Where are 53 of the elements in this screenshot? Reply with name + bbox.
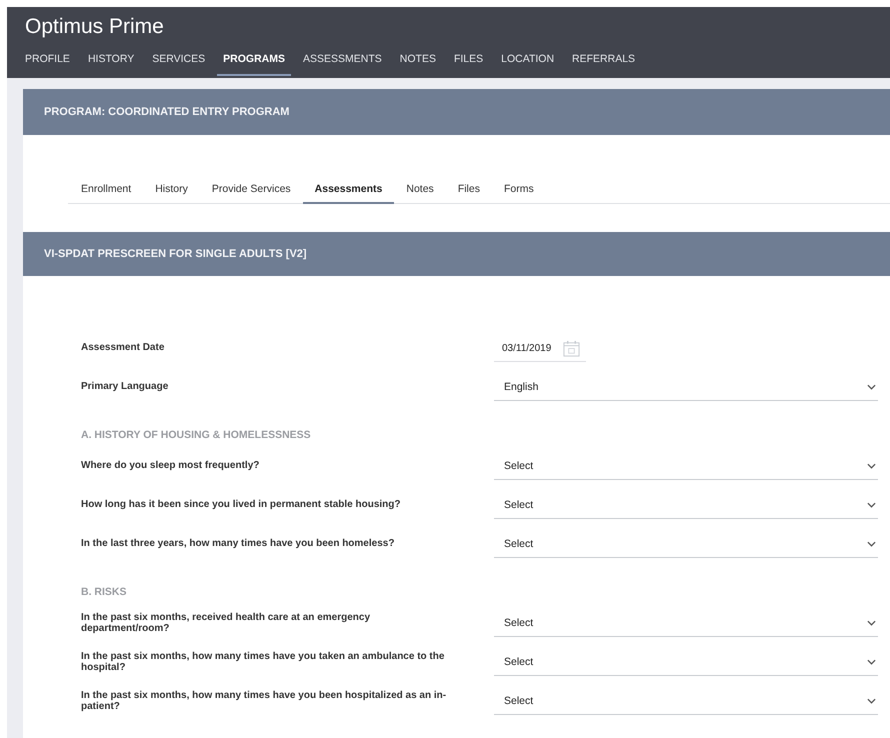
chevron-down-icon [867, 620, 876, 626]
date-field[interactable]: 03/11/2019 [494, 335, 586, 362]
question-label: How long has it been since you lived in permanent stable housing? [81, 500, 402, 511]
question-label: In the past six months, received health care at an emergency department/room? [81, 613, 371, 634]
select-value: English [504, 381, 538, 393]
select-value: Select [504, 499, 534, 511]
select-field[interactable]: Select [494, 649, 878, 676]
select-value: Select [504, 460, 534, 472]
program-tab[interactable]: History [143, 179, 200, 204]
select-field[interactable]: Select [494, 531, 878, 558]
select-field[interactable]: Select [494, 688, 878, 715]
select-value: Select [504, 695, 534, 707]
nav-tab[interactable]: REFERRALS [566, 46, 642, 76]
question-label: In the past six months, how many times have you been hospitalized as an in-patient? [81, 691, 448, 712]
select-value: Select [504, 617, 534, 629]
nav-tab[interactable]: PROFILE [19, 46, 76, 76]
question-label: In the last three years, how many times have you been homeless? [81, 539, 396, 550]
question-label: Primary Language [81, 382, 170, 393]
nav-tab[interactable]: SERVICES [146, 46, 212, 76]
section-heading: B. RISKS [81, 586, 128, 598]
program-tab[interactable]: Forms [492, 179, 546, 204]
chevron-down-icon [867, 502, 876, 508]
program-tab[interactable]: Notes [394, 179, 446, 204]
question-label: In the past six months, how many times have you taken an ambulance to the hospital? [81, 652, 446, 673]
chevron-down-icon [867, 463, 876, 469]
chevron-down-icon [867, 698, 876, 704]
program-tab[interactable]: Enrollment [69, 179, 144, 204]
select-value: Select [504, 656, 534, 668]
select-field[interactable]: Select [494, 610, 878, 637]
program-tab[interactable]: Assessments [302, 179, 394, 204]
section-heading: A. HISTORY OF HOUSING & HOMELESSNESS [81, 429, 312, 441]
calendar-icon[interactable] [563, 340, 580, 356]
program-tab[interactable]: Provide Services [200, 179, 303, 204]
chevron-down-icon [867, 541, 876, 547]
question-label: Where do you sleep most frequently? [81, 461, 260, 472]
client-name: Optimus Prime [25, 14, 165, 40]
nav-tab[interactable]: FILES [448, 46, 490, 76]
nav-tab[interactable]: LOCATION [495, 46, 560, 76]
nav-tab[interactable]: HISTORY [82, 46, 140, 76]
assessment-title-bar: VI-SPDAT PRESCREEN FOR SINGLE ADULTS [V2] [23, 232, 890, 276]
question-label: Assessment Date [81, 343, 166, 354]
program-tab[interactable]: Files [446, 179, 492, 204]
nav-tab[interactable]: NOTES [394, 46, 442, 76]
select-field[interactable]: Select [494, 453, 878, 480]
nav-tab[interactable]: ASSESSMENTS [297, 46, 388, 76]
program-title-bar: PROGRAM: COORDINATED ENTRY PROGRAM [23, 89, 890, 135]
date-value: 03/11/2019 [502, 342, 552, 354]
nav-tab[interactable]: PROGRAMS [217, 46, 291, 76]
chevron-down-icon [867, 384, 876, 390]
select-field[interactable]: Select [494, 492, 878, 519]
select-value: Select [504, 538, 534, 550]
chevron-down-icon [867, 659, 876, 665]
select-field[interactable]: English [494, 374, 878, 401]
